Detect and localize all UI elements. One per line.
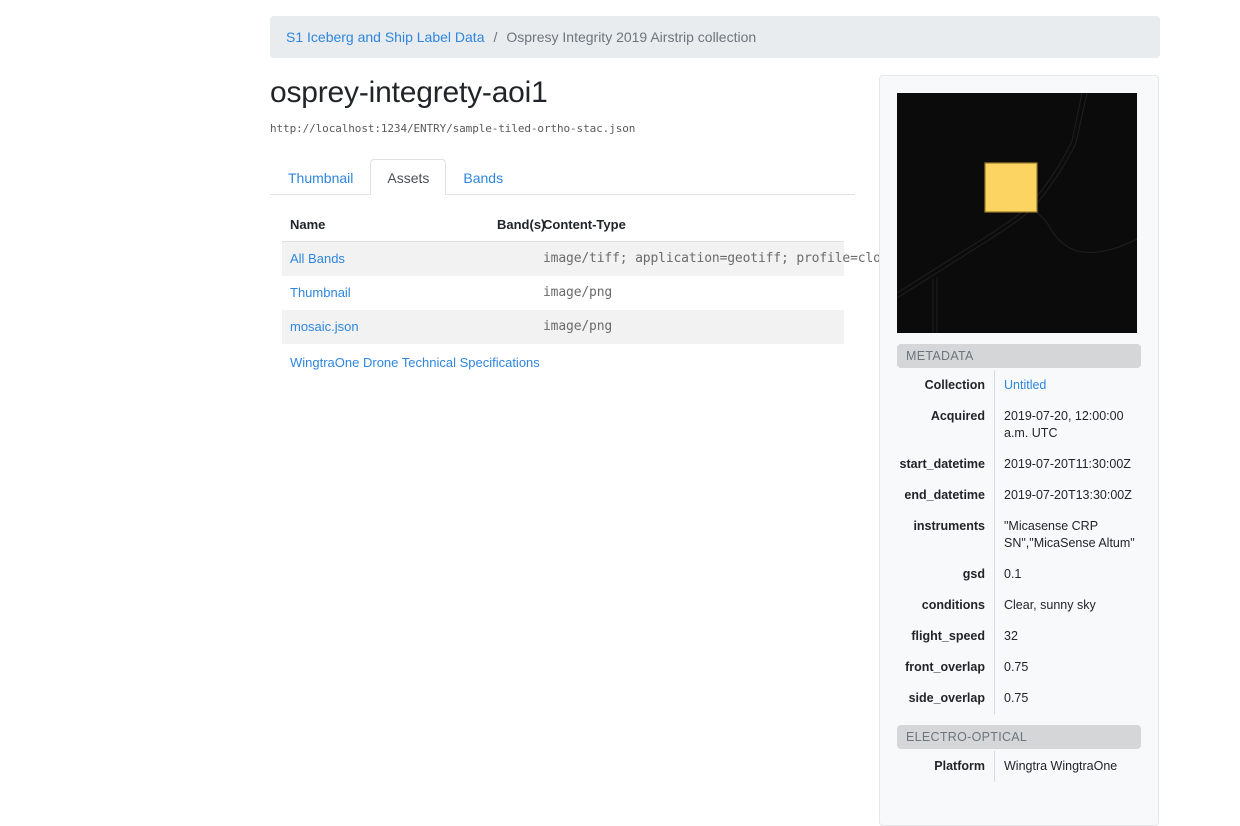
extra-asset-link: WingtraOne Drone Technical Specification…: [290, 355, 855, 370]
metadata-table: Collection Untitled Acquired2019-07-20, 12…: [897, 370, 1141, 714]
asset-link[interactable]: mosaic.json: [290, 319, 359, 334]
metadata-label: start_datetime: [897, 449, 995, 480]
metadata-row: side_overlap0.75: [897, 683, 1141, 714]
metadata-value-link[interactable]: Untitled: [1004, 378, 1046, 392]
asset-content-type-cell: image/png: [535, 276, 844, 310]
page-title: osprey-integrety-aoi1: [270, 75, 855, 111]
asset-link[interactable]: All Bands: [290, 251, 345, 266]
metadata-row: front_overlap0.75: [897, 652, 1141, 683]
breadcrumb: S1 Iceberg and Ship Label Data / Ospresy…: [270, 16, 1160, 58]
assets-table: NameBand(s)Content-Type All Bands image/t…: [282, 217, 844, 344]
thumbnail-image[interactable]: [897, 93, 1137, 333]
breadcrumb-root-link[interactable]: S1 Iceberg and Ship Label Data: [286, 28, 484, 46]
metadata-label: instruments: [897, 511, 995, 559]
metadata-row: Collection Untitled: [897, 370, 1141, 401]
metadata-row: start_datetime2019-07-20T11:30:00Z: [897, 449, 1141, 480]
table-row: Thumbnail image/png: [282, 276, 844, 310]
metadata-label: end_datetime: [897, 480, 995, 511]
metadata-label: Platform: [897, 751, 995, 782]
metadata-row: gsd0.1: [897, 559, 1141, 590]
table-header-row: NameBand(s)Content-Type: [282, 217, 844, 242]
aoi-rectangle: [985, 163, 1037, 212]
tab-assets[interactable]: Assets: [370, 159, 446, 195]
page-container: S1 Iceberg and Ship Label Data / Ospresy…: [270, 0, 1160, 826]
metadata-value: 0.1: [995, 559, 1142, 590]
breadcrumb-separator: /: [484, 28, 506, 46]
wingtraone-spec-link[interactable]: WingtraOne Drone Technical Specification…: [290, 355, 540, 370]
metadata-label: side_overlap: [897, 683, 995, 714]
metadata-row: conditionsClear, sunny sky: [897, 590, 1141, 621]
asset-bands-cell: [489, 242, 535, 277]
metadata-value: 2019-07-20T11:30:00Z: [995, 449, 1142, 480]
metadata-label: Acquired: [897, 401, 995, 449]
thumbnail-svg: [897, 93, 1137, 333]
metadata-label: gsd: [897, 559, 995, 590]
metadata-value: 2019-07-20, 12:00:00 a.m. UTC: [995, 401, 1142, 449]
asset-name-cell: All Bands: [282, 242, 489, 277]
asset-content-type-cell: image/tiff; application=geotiff; profile…: [535, 242, 844, 277]
tab-bar: ThumbnailAssetsBands: [270, 159, 855, 195]
metadata-value: 2019-07-20T13:30:00Z: [995, 480, 1142, 511]
metadata-row: PlatformWingtra WingtraOne: [897, 751, 1141, 782]
metadata-group: ELECTRO-OPTICALPlatformWingtra WingtraOn…: [897, 725, 1141, 782]
asset-name-cell: mosaic.json: [282, 310, 489, 344]
table-row: All Bands image/tiff; application=geotiff…: [282, 242, 844, 277]
metadata-value: Clear, sunny sky: [995, 590, 1142, 621]
table-row: mosaic.json image/png: [282, 310, 844, 344]
breadcrumb-current: Ospresy Integrity 2019 Airstrip collecti…: [506, 28, 756, 46]
side-column: METADATACollection Untitled Acquired2019-0…: [879, 75, 1159, 826]
metadata-table: PlatformWingtra WingtraOne: [897, 751, 1141, 782]
metadata-sections: METADATACollection Untitled Acquired2019-0…: [897, 344, 1141, 782]
metadata-label: front_overlap: [897, 652, 995, 683]
metadata-label: Collection: [897, 370, 995, 401]
metadata-row: flight_speed32: [897, 621, 1141, 652]
card-spacer: [897, 782, 1141, 808]
metadata-section-header: METADATA: [897, 344, 1141, 368]
self-href-url: http://localhost:1234/ENTRY/sample-tiled…: [270, 122, 855, 135]
metadata-label: conditions: [897, 590, 995, 621]
metadata-value: 32: [995, 621, 1142, 652]
asset-bands-cell: [489, 310, 535, 344]
asset-name-cell: Thumbnail: [282, 276, 489, 310]
metadata-row: Acquired2019-07-20, 12:00:00 a.m. UTC: [897, 401, 1141, 449]
column-header-band-s: Band(s): [489, 217, 535, 242]
assets-table-head: NameBand(s)Content-Type: [282, 217, 844, 242]
metadata-group: METADATACollection Untitled Acquired2019-0…: [897, 344, 1141, 714]
content-columns: osprey-integrety-aoi1 http://localhost:1…: [270, 75, 1160, 826]
metadata-row: end_datetime2019-07-20T13:30:00Z: [897, 480, 1141, 511]
metadata-label: flight_speed: [897, 621, 995, 652]
item-detail-card: METADATACollection Untitled Acquired2019-0…: [879, 75, 1159, 826]
metadata-value: 0.75: [995, 683, 1142, 714]
column-header-name: Name: [282, 217, 489, 242]
column-header-content-type: Content-Type: [535, 217, 844, 242]
metadata-row: instruments"Micasense CRP SN","MicaSense…: [897, 511, 1141, 559]
tab-thumbnail[interactable]: Thumbnail: [271, 159, 370, 195]
main-column: osprey-integrety-aoi1 http://localhost:1…: [270, 75, 855, 370]
metadata-value: 0.75: [995, 652, 1142, 683]
asset-link[interactable]: Thumbnail: [290, 285, 351, 300]
metadata-value: Wingtra WingtraOne: [995, 751, 1142, 782]
asset-bands-cell: [489, 276, 535, 310]
asset-content-type-cell: image/png: [535, 310, 844, 344]
assets-table-body: All Bands image/tiff; application=geotiff…: [282, 242, 844, 345]
metadata-value: Untitled: [995, 370, 1142, 401]
metadata-value: "Micasense CRP SN","MicaSense Altum": [995, 511, 1142, 559]
metadata-section-header: ELECTRO-OPTICAL: [897, 725, 1141, 749]
tab-bands[interactable]: Bands: [446, 159, 520, 195]
